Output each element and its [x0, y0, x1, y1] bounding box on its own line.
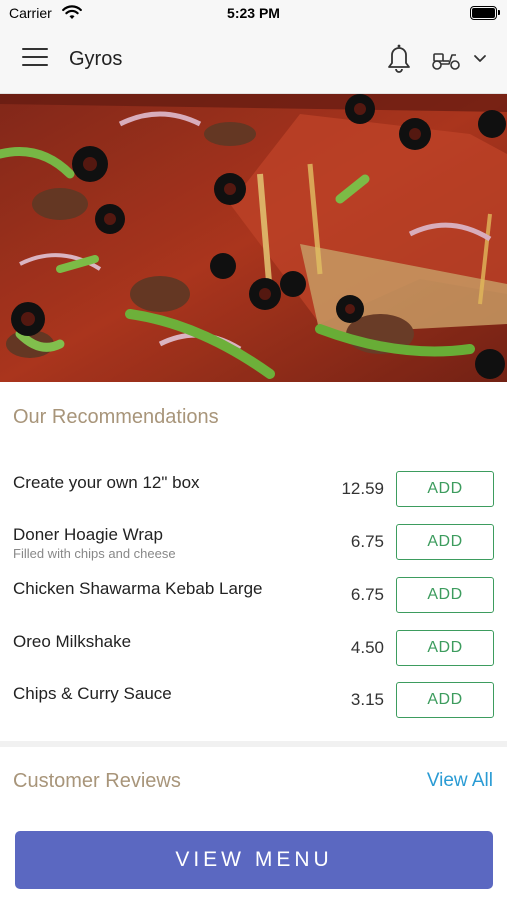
reviews-title: Customer Reviews [13, 770, 181, 792]
list-item: Create your own 12" box 12.59 ADD [0, 471, 507, 524]
item-name: Doner Hoagie Wrap [13, 525, 163, 544]
app-header: Gyros [0, 26, 507, 94]
list-item: Chips & Curry Sauce 3.15 ADD [0, 682, 507, 735]
item-price: 6.75 [350, 532, 384, 551]
pizza-photo [0, 94, 507, 382]
list-item: Doner Hoagie Wrap Filled with chips and … [0, 524, 507, 577]
recommendations-title: Our Recommendations [13, 406, 219, 428]
add-button[interactable]: ADD [396, 682, 494, 718]
view-menu-button[interactable]: VIEW MENU [15, 831, 493, 889]
item-description: Filled with chips and cheese [13, 546, 176, 561]
item-price: 4.50 [350, 638, 384, 657]
menu-icon[interactable] [22, 48, 48, 70]
item-price: 12.59 [341, 479, 384, 498]
item-price: 3.15 [350, 690, 384, 709]
add-button[interactable]: ADD [396, 577, 494, 613]
item-price: 6.75 [350, 585, 384, 604]
chevron-down-icon[interactable] [472, 53, 488, 65]
view-all-link[interactable]: View All [427, 770, 493, 792]
hero-image [0, 94, 507, 382]
add-button[interactable]: ADD [396, 471, 494, 507]
status-bar: Carrier 5:23 PM [0, 0, 507, 26]
add-button[interactable]: ADD [396, 524, 494, 560]
add-button[interactable]: ADD [396, 630, 494, 666]
list-item: Oreo Milkshake 4.50 ADD [0, 630, 507, 683]
status-time: 5:23 PM [227, 5, 280, 21]
item-name: Oreo Milkshake [13, 632, 132, 651]
item-name: Chips & Curry Sauce [13, 684, 172, 703]
item-name: Chicken Shawarma Kebab Large [13, 579, 263, 598]
battery-icon [470, 6, 500, 20]
section-divider [0, 741, 507, 747]
page-title: Gyros [69, 48, 123, 70]
list-item: Chicken Shawarma Kebab Large 6.75 ADD [0, 577, 507, 630]
bell-icon[interactable] [384, 42, 414, 74]
item-name: Create your own 12" box [13, 473, 200, 492]
scooter-icon[interactable] [430, 46, 462, 72]
